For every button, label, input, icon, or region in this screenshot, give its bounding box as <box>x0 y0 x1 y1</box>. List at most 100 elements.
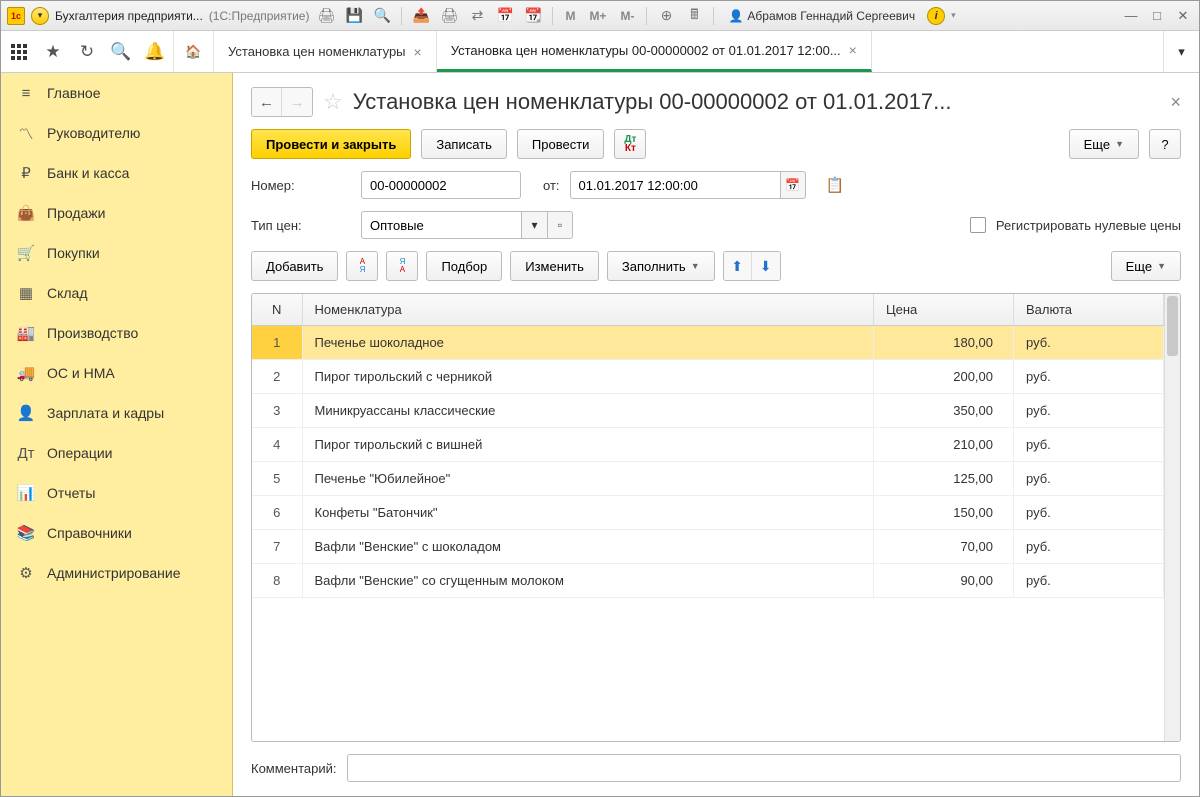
more-button[interactable]: Еще▼ <box>1069 129 1139 159</box>
home-button[interactable]: 🏠 <box>174 31 214 72</box>
tab-item[interactable]: Установка цен номенклатуры × <box>214 31 437 72</box>
close-window-button[interactable]: ✕ <box>1173 6 1193 26</box>
change-button[interactable]: Изменить <box>510 251 599 281</box>
sidebar-item-boxes[interactable]: ▦Склад <box>1 273 232 313</box>
table-row[interactable]: 8Вафли "Венские" со сгущенным молоком90,… <box>252 564 1164 598</box>
table-row[interactable]: 3Миникруассаны классические350,00руб. <box>252 394 1164 428</box>
cell-price: 150,00 <box>874 496 1014 530</box>
nav-forward-button[interactable]: → <box>282 88 312 116</box>
save-icon[interactable]: 💾 <box>343 5 365 27</box>
cell-price: 200,00 <box>874 360 1014 394</box>
m-minus-button[interactable]: M- <box>616 9 638 23</box>
table-more-button[interactable]: Еще ▼ <box>1111 251 1181 281</box>
zoom-icon[interactable]: ⊕ <box>655 5 677 27</box>
cell-name: Конфеты "Батончик" <box>302 496 874 530</box>
cell-price: 350,00 <box>874 394 1014 428</box>
dropdown-icon[interactable]: ▾ <box>521 211 547 239</box>
preview-icon[interactable]: 🔍 <box>371 5 393 27</box>
cell-currency: руб. <box>1014 360 1164 394</box>
sidebar-item-ruble[interactable]: ₽Банк и касса <box>1 153 232 193</box>
calendar-icon[interactable]: 📅 <box>494 5 516 27</box>
favorite-star-icon[interactable]: ★ <box>43 42 63 62</box>
move-up-button[interactable]: ⬆ <box>724 252 752 280</box>
table-row[interactable]: 7Вафли "Венские" с шоколадом70,00руб. <box>252 530 1164 564</box>
sort-asc-button[interactable]: АЯ <box>346 251 378 281</box>
col-price[interactable]: Цена <box>874 294 1014 326</box>
sidebar-item-chart[interactable]: 〽Руководителю <box>1 113 232 153</box>
scrollbar-thumb[interactable] <box>1167 296 1178 356</box>
table-row[interactable]: 1Печенье шоколадное180,00руб. <box>252 326 1164 360</box>
status-check-icon[interactable]: 📋 <box>826 176 845 194</box>
tab-item-active[interactable]: Установка цен номенклатуры 00-00000002 о… <box>437 31 872 72</box>
truck-icon: 🚚 <box>17 364 35 382</box>
col-currency[interactable]: Валюта <box>1014 294 1164 326</box>
doc-close-button[interactable]: × <box>1170 92 1181 113</box>
sidebar-item-cart[interactable]: 🛒Покупки <box>1 233 232 273</box>
info-icon[interactable]: i <box>927 7 945 25</box>
move-down-button[interactable]: ⬇ <box>752 252 780 280</box>
sidebar-item-menu[interactable]: ≡Главное <box>1 73 232 113</box>
favorite-toggle-icon[interactable]: ☆ <box>323 89 343 115</box>
dtkt-button[interactable]: ДтКт <box>614 129 646 159</box>
tabs: Установка цен номенклатуры × Установка ц… <box>214 31 1163 72</box>
doc-go-icon[interactable]: 📤 <box>410 5 432 27</box>
table-row[interactable]: 2Пирог тирольский с черникой200,00руб. <box>252 360 1164 394</box>
m-button[interactable]: M <box>561 9 579 23</box>
sidebar-item-bars[interactable]: 📊Отчеты <box>1 473 232 513</box>
col-n[interactable]: N <box>252 294 302 326</box>
price-type-input[interactable] <box>361 211 521 239</box>
calc-icon[interactable]: 🖩 <box>683 5 705 27</box>
date-input[interactable] <box>570 171 780 199</box>
pick-button[interactable]: Подбор <box>426 251 502 281</box>
search-icon[interactable]: 🔍 <box>111 42 131 62</box>
comment-input[interactable] <box>347 754 1182 782</box>
cell-name: Печенье "Юбилейное" <box>302 462 874 496</box>
cell-n: 8 <box>252 564 302 598</box>
sidebar-item-factory[interactable]: 🏭Производство <box>1 313 232 353</box>
table-row[interactable]: 5Печенье "Юбилейное"125,00руб. <box>252 462 1164 496</box>
maximize-button[interactable]: □ <box>1147 6 1167 26</box>
sidebar-item-label: Операции <box>47 445 113 461</box>
dropdown-round-button[interactable]: ▾ <box>31 7 49 25</box>
table-row[interactable]: 6Конфеты "Батончик"150,00руб. <box>252 496 1164 530</box>
minimize-button[interactable]: — <box>1121 6 1141 26</box>
register-zero-checkbox[interactable] <box>970 217 986 233</box>
date-input-group: 📅 <box>570 171 806 199</box>
help-button[interactable]: ? <box>1149 129 1181 159</box>
history-icon[interactable]: ↻ <box>77 42 97 62</box>
apps-grid-icon[interactable] <box>9 42 29 62</box>
m-plus-button[interactable]: M+ <box>585 9 610 23</box>
sidebar-item-gear[interactable]: ⚙Администрирование <box>1 553 232 593</box>
sort-desc-button[interactable]: ЯА <box>386 251 418 281</box>
number-input[interactable] <box>361 171 521 199</box>
post-and-close-button[interactable]: Провести и закрыть <box>251 129 411 159</box>
col-name[interactable]: Номенклатура <box>302 294 874 326</box>
table-scroll[interactable]: N Номенклатура Цена Валюта 1Печенье шоко… <box>252 294 1164 741</box>
notifications-icon[interactable]: 🔔 <box>145 42 165 62</box>
nav-back-button[interactable]: ← <box>252 88 282 116</box>
save-button[interactable]: Записать <box>421 129 507 159</box>
sidebar-item-books[interactable]: 📚Справочники <box>1 513 232 553</box>
user-indicator[interactable]: 👤 Абрамов Геннадий Сергеевич <box>722 9 921 23</box>
table-row[interactable]: 4Пирог тирольский с вишней210,00руб. <box>252 428 1164 462</box>
table-scrollbar[interactable] <box>1164 294 1180 741</box>
post-button[interactable]: Провести <box>517 129 605 159</box>
tabs-dropdown[interactable]: ▾ <box>1163 31 1199 72</box>
add-row-button[interactable]: Добавить <box>251 251 338 281</box>
table-toolbar: Добавить АЯ ЯА Подбор Изменить Заполнить… <box>251 251 1181 281</box>
sidebar-item-truck[interactable]: 🚚ОС и НМА <box>1 353 232 393</box>
sidebar-item-bag[interactable]: 👜Продажи <box>1 193 232 233</box>
tab-close-icon[interactable]: × <box>849 42 857 58</box>
print-icon[interactable]: 🖨 <box>315 5 337 27</box>
sidebar-item-person[interactable]: 👤Зарплата и кадры <box>1 393 232 433</box>
sidebar-item-dtkt[interactable]: ДтОперации <box>1 433 232 473</box>
compare-icon[interactable]: ⇄ <box>466 5 488 27</box>
calendar31-icon[interactable]: 📆 <box>522 5 544 27</box>
open-ref-icon[interactable]: ▫ <box>547 211 573 239</box>
doc-print-icon[interactable]: 🖨 <box>438 5 460 27</box>
content: ← → ☆ Установка цен номенклатуры 00-0000… <box>233 73 1199 796</box>
calendar-picker-icon[interactable]: 📅 <box>780 171 806 199</box>
doc-header: ← → ☆ Установка цен номенклатуры 00-0000… <box>251 87 1181 117</box>
tab-close-icon[interactable]: × <box>414 44 422 60</box>
fill-button[interactable]: Заполнить ▼ <box>607 251 715 281</box>
